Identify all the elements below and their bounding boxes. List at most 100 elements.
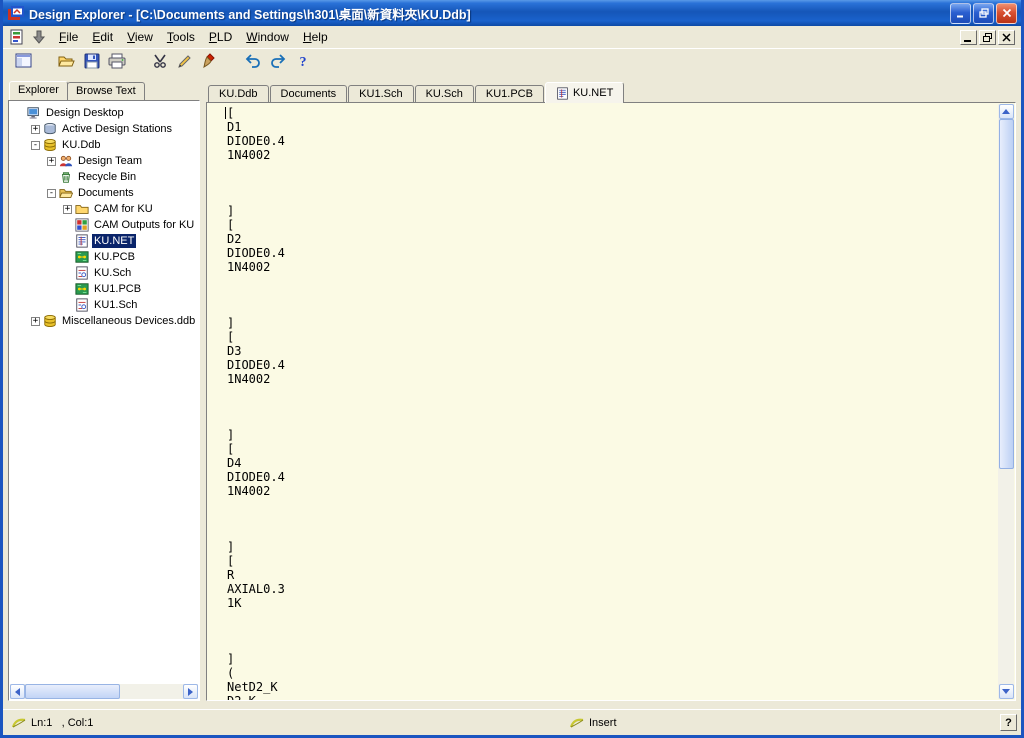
menu-pld[interactable]: PLD (202, 27, 239, 47)
menu-tools[interactable]: Tools (160, 27, 202, 47)
tree-label[interactable]: Miscellaneous Devices.ddb (60, 314, 197, 328)
tree-label[interactable]: Design Desktop (44, 106, 126, 120)
print-button[interactable] (104, 51, 129, 76)
tree-label[interactable]: CAM Outputs for KU (92, 218, 196, 232)
tree-label[interactable]: Recycle Bin (76, 170, 138, 184)
tree-item-active-design-stations[interactable]: + Active Design Stations (13, 121, 199, 137)
horizontal-scroll-thumb[interactable] (25, 684, 120, 699)
vertical-scrollbar[interactable] (998, 104, 1014, 699)
tree-label[interactable]: Design Team (76, 154, 144, 168)
restore-button[interactable] (973, 3, 994, 24)
open-document-button[interactable] (54, 51, 79, 76)
tree-label[interactable]: KU.PCB (92, 250, 137, 264)
doc-tab-ku-ddb[interactable]: KU.Ddb (208, 85, 269, 102)
tree-item-miscellaneous-devices-ddb[interactable]: + Miscellaneous Devices.ddb (13, 313, 199, 329)
help-button[interactable]: ? (1000, 714, 1017, 731)
scrollbar-track[interactable] (999, 119, 1014, 684)
toolbar-group (147, 51, 222, 76)
design-tree-panel: Design Desktop + Active Design Stations - KU… (8, 100, 200, 701)
sch-icon (75, 266, 89, 280)
netlist-text[interactable]: [ D1 DIODE0.4 1N4002 ] [ D2 DIODE0.4 1N4… (207, 103, 1015, 701)
expand-toggle[interactable]: + (63, 205, 72, 214)
scroll-left-button[interactable] (10, 684, 25, 699)
tree-item-cam-for-ku[interactable]: + CAM for KU (13, 201, 199, 217)
tree-item-ku-net[interactable]: KU.NET (13, 233, 199, 249)
panel-tab-browse-text[interactable]: Browse Text (67, 82, 145, 100)
doc-tab-ku1-pcb[interactable]: KU1.PCB (475, 85, 544, 102)
doc-tab-documents[interactable]: Documents (270, 85, 348, 102)
undo-button[interactable] (240, 51, 265, 76)
save-button[interactable] (79, 51, 104, 76)
vertical-scroll-thumb[interactable] (999, 119, 1014, 469)
tree-item-ku-ddb[interactable]: - KU.Ddb (13, 137, 199, 153)
menu-window[interactable]: Window (239, 27, 296, 47)
brush-button[interactable] (197, 51, 222, 76)
tree-item-documents[interactable]: - Documents (13, 185, 199, 201)
collapse-toggle[interactable]: - (47, 189, 56, 198)
tree-label[interactable]: KU.NET (92, 234, 136, 248)
menu-edit[interactable]: Edit (85, 27, 120, 47)
redo-button[interactable] (265, 51, 290, 76)
design-explorer-window: Design Explorer - [C:\Documents and Sett… (0, 0, 1024, 738)
desktop-icon (27, 106, 41, 120)
pencil-swoosh-icon (569, 716, 585, 733)
pencil-button[interactable] (172, 51, 197, 76)
doc-tab-ku-sch[interactable]: KU.Sch (415, 85, 474, 102)
title-bar: Design Explorer - [C:\Documents and Sett… (3, 0, 1021, 26)
tree-label[interactable]: KU.Sch (92, 266, 133, 280)
doc-tab-label: KU.NET (573, 87, 613, 99)
scroll-down-button[interactable] (999, 684, 1014, 699)
cam-icon (75, 218, 89, 232)
menu-file[interactable]: File (52, 27, 85, 47)
tree-label[interactable]: CAM for KU (92, 202, 155, 216)
menu-items: FileEditViewToolsPLDWindowHelp (52, 27, 335, 47)
arrow-down-icon (32, 29, 49, 45)
mdi-close-button[interactable] (998, 30, 1015, 45)
mdi-minimize-button[interactable] (960, 30, 977, 45)
expand-toggle[interactable]: + (31, 317, 40, 326)
save-icon (84, 53, 100, 74)
design-desktop-button[interactable] (11, 51, 36, 76)
tree-label[interactable]: KU1.PCB (92, 282, 143, 296)
menu-help[interactable]: Help (296, 27, 335, 47)
folder-open-icon (59, 186, 73, 200)
menu-view[interactable]: View (120, 27, 160, 47)
pcb-icon (75, 282, 89, 296)
expand-toggle[interactable]: + (47, 157, 56, 166)
collapse-toggle[interactable]: - (31, 141, 40, 150)
tree-item-ku-sch[interactable]: KU.Sch (13, 265, 199, 281)
redo-icon (270, 53, 286, 74)
tree-item-ku1-sch[interactable]: KU1.Sch (13, 297, 199, 313)
cut-button[interactable] (147, 51, 172, 76)
pencil-swoosh-icon (11, 716, 27, 733)
panel-tab-explorer[interactable]: Explorer (9, 81, 68, 100)
tree-label[interactable]: KU.Ddb (60, 138, 103, 152)
window-controls (950, 3, 1017, 24)
tree-item-design-desktop[interactable]: Design Desktop (13, 105, 199, 121)
folder-icon (75, 202, 89, 216)
scroll-up-button[interactable] (999, 104, 1014, 119)
document-icon[interactable] (9, 29, 26, 45)
doc-tab-ku1-sch[interactable]: KU1.Sch (348, 85, 413, 102)
panel-tabs: ExplorerBrowse Text (8, 80, 200, 100)
tree-item-design-team[interactable]: + Design Team (13, 153, 199, 169)
scroll-right-button[interactable] (183, 684, 198, 699)
tree-item-ku-pcb[interactable]: KU.PCB (13, 249, 199, 265)
doc-tab-ku-net[interactable]: KU.NET (545, 82, 624, 103)
cut-icon (152, 53, 168, 74)
close-button[interactable] (996, 3, 1017, 24)
horizontal-scrollbar[interactable] (10, 684, 198, 699)
document-tabs: KU.DdbDocumentsKU1.SchKU.SchKU1.PCB KU.NE… (206, 80, 1016, 102)
tree-item-cam-outputs-for-ku[interactable]: CAM Outputs for KU (13, 217, 199, 233)
tree-label[interactable]: KU1.Sch (92, 298, 139, 312)
undo-icon (245, 53, 261, 74)
tree-label[interactable]: Active Design Stations (60, 122, 174, 136)
mdi-restore-button[interactable] (979, 30, 996, 45)
minimize-button[interactable] (950, 3, 971, 24)
tree-item-ku1-pcb[interactable]: KU1.PCB (13, 281, 199, 297)
help-button[interactable]: ? (290, 51, 315, 76)
tree-label[interactable]: Documents (76, 186, 136, 200)
expand-toggle[interactable]: + (31, 125, 40, 134)
sch-icon (75, 298, 89, 312)
tree-item-recycle-bin[interactable]: Recycle Bin (13, 169, 199, 185)
